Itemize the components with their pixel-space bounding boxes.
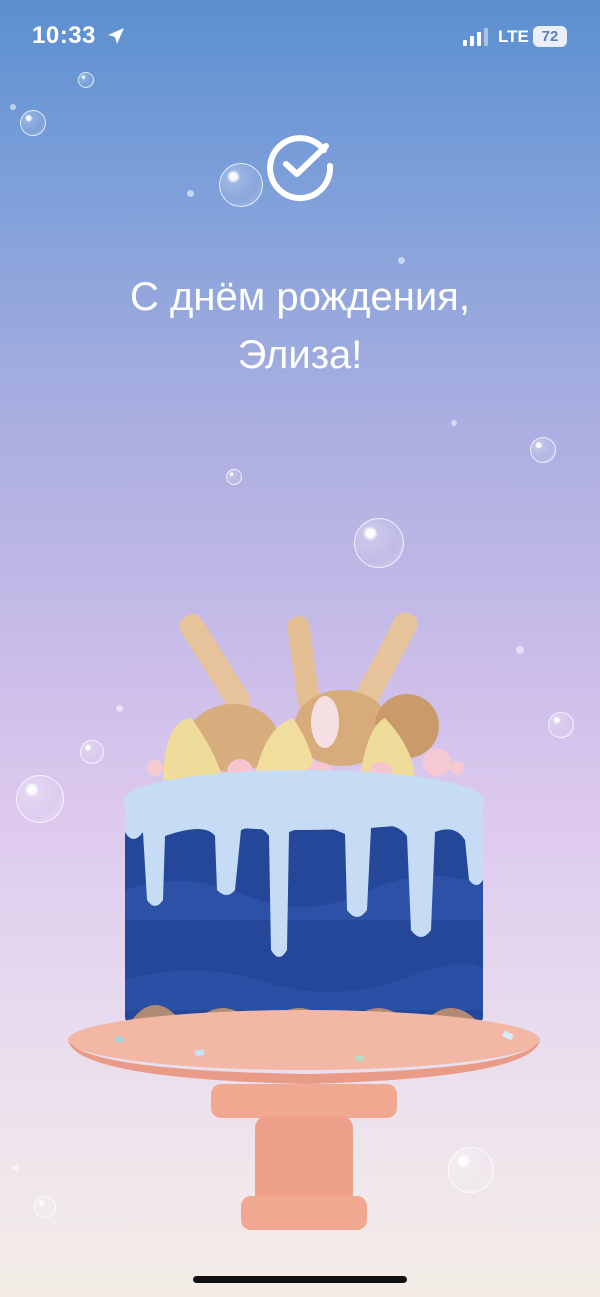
bubble [354, 518, 404, 568]
battery-icon: 72 [533, 26, 567, 47]
greeting-name: Элиза! [237, 333, 363, 377]
bubble [20, 110, 46, 136]
sparkle-dot [12, 1165, 18, 1171]
status-time: 10:33 [32, 22, 96, 49]
status-bar: 10:33 LTE 72 [0, 0, 600, 74]
bubble [78, 72, 94, 88]
location-arrow-icon [108, 28, 124, 44]
sparkle-dot [10, 104, 16, 110]
network-type: LTE [498, 27, 529, 46]
birthday-greeting: С днём рождения, Элиза! [50, 268, 550, 384]
wafer-stick [179, 612, 418, 716]
home-indicator[interactable] [193, 1276, 407, 1283]
cellular-signal-icon [463, 28, 488, 46]
bubble [34, 1196, 56, 1218]
greeting-line-1: С днём рождения, [130, 275, 470, 319]
birthday-cake-illustration [68, 612, 540, 1230]
cake-stand-plate [68, 1010, 540, 1070]
sber-check-logo-icon [267, 135, 334, 202]
sparkle-dot [451, 420, 457, 426]
sparkle-dot [398, 257, 405, 264]
bubble [530, 437, 556, 463]
sparkle-dot [187, 190, 194, 197]
bubble [226, 469, 242, 485]
bubble [219, 163, 263, 207]
